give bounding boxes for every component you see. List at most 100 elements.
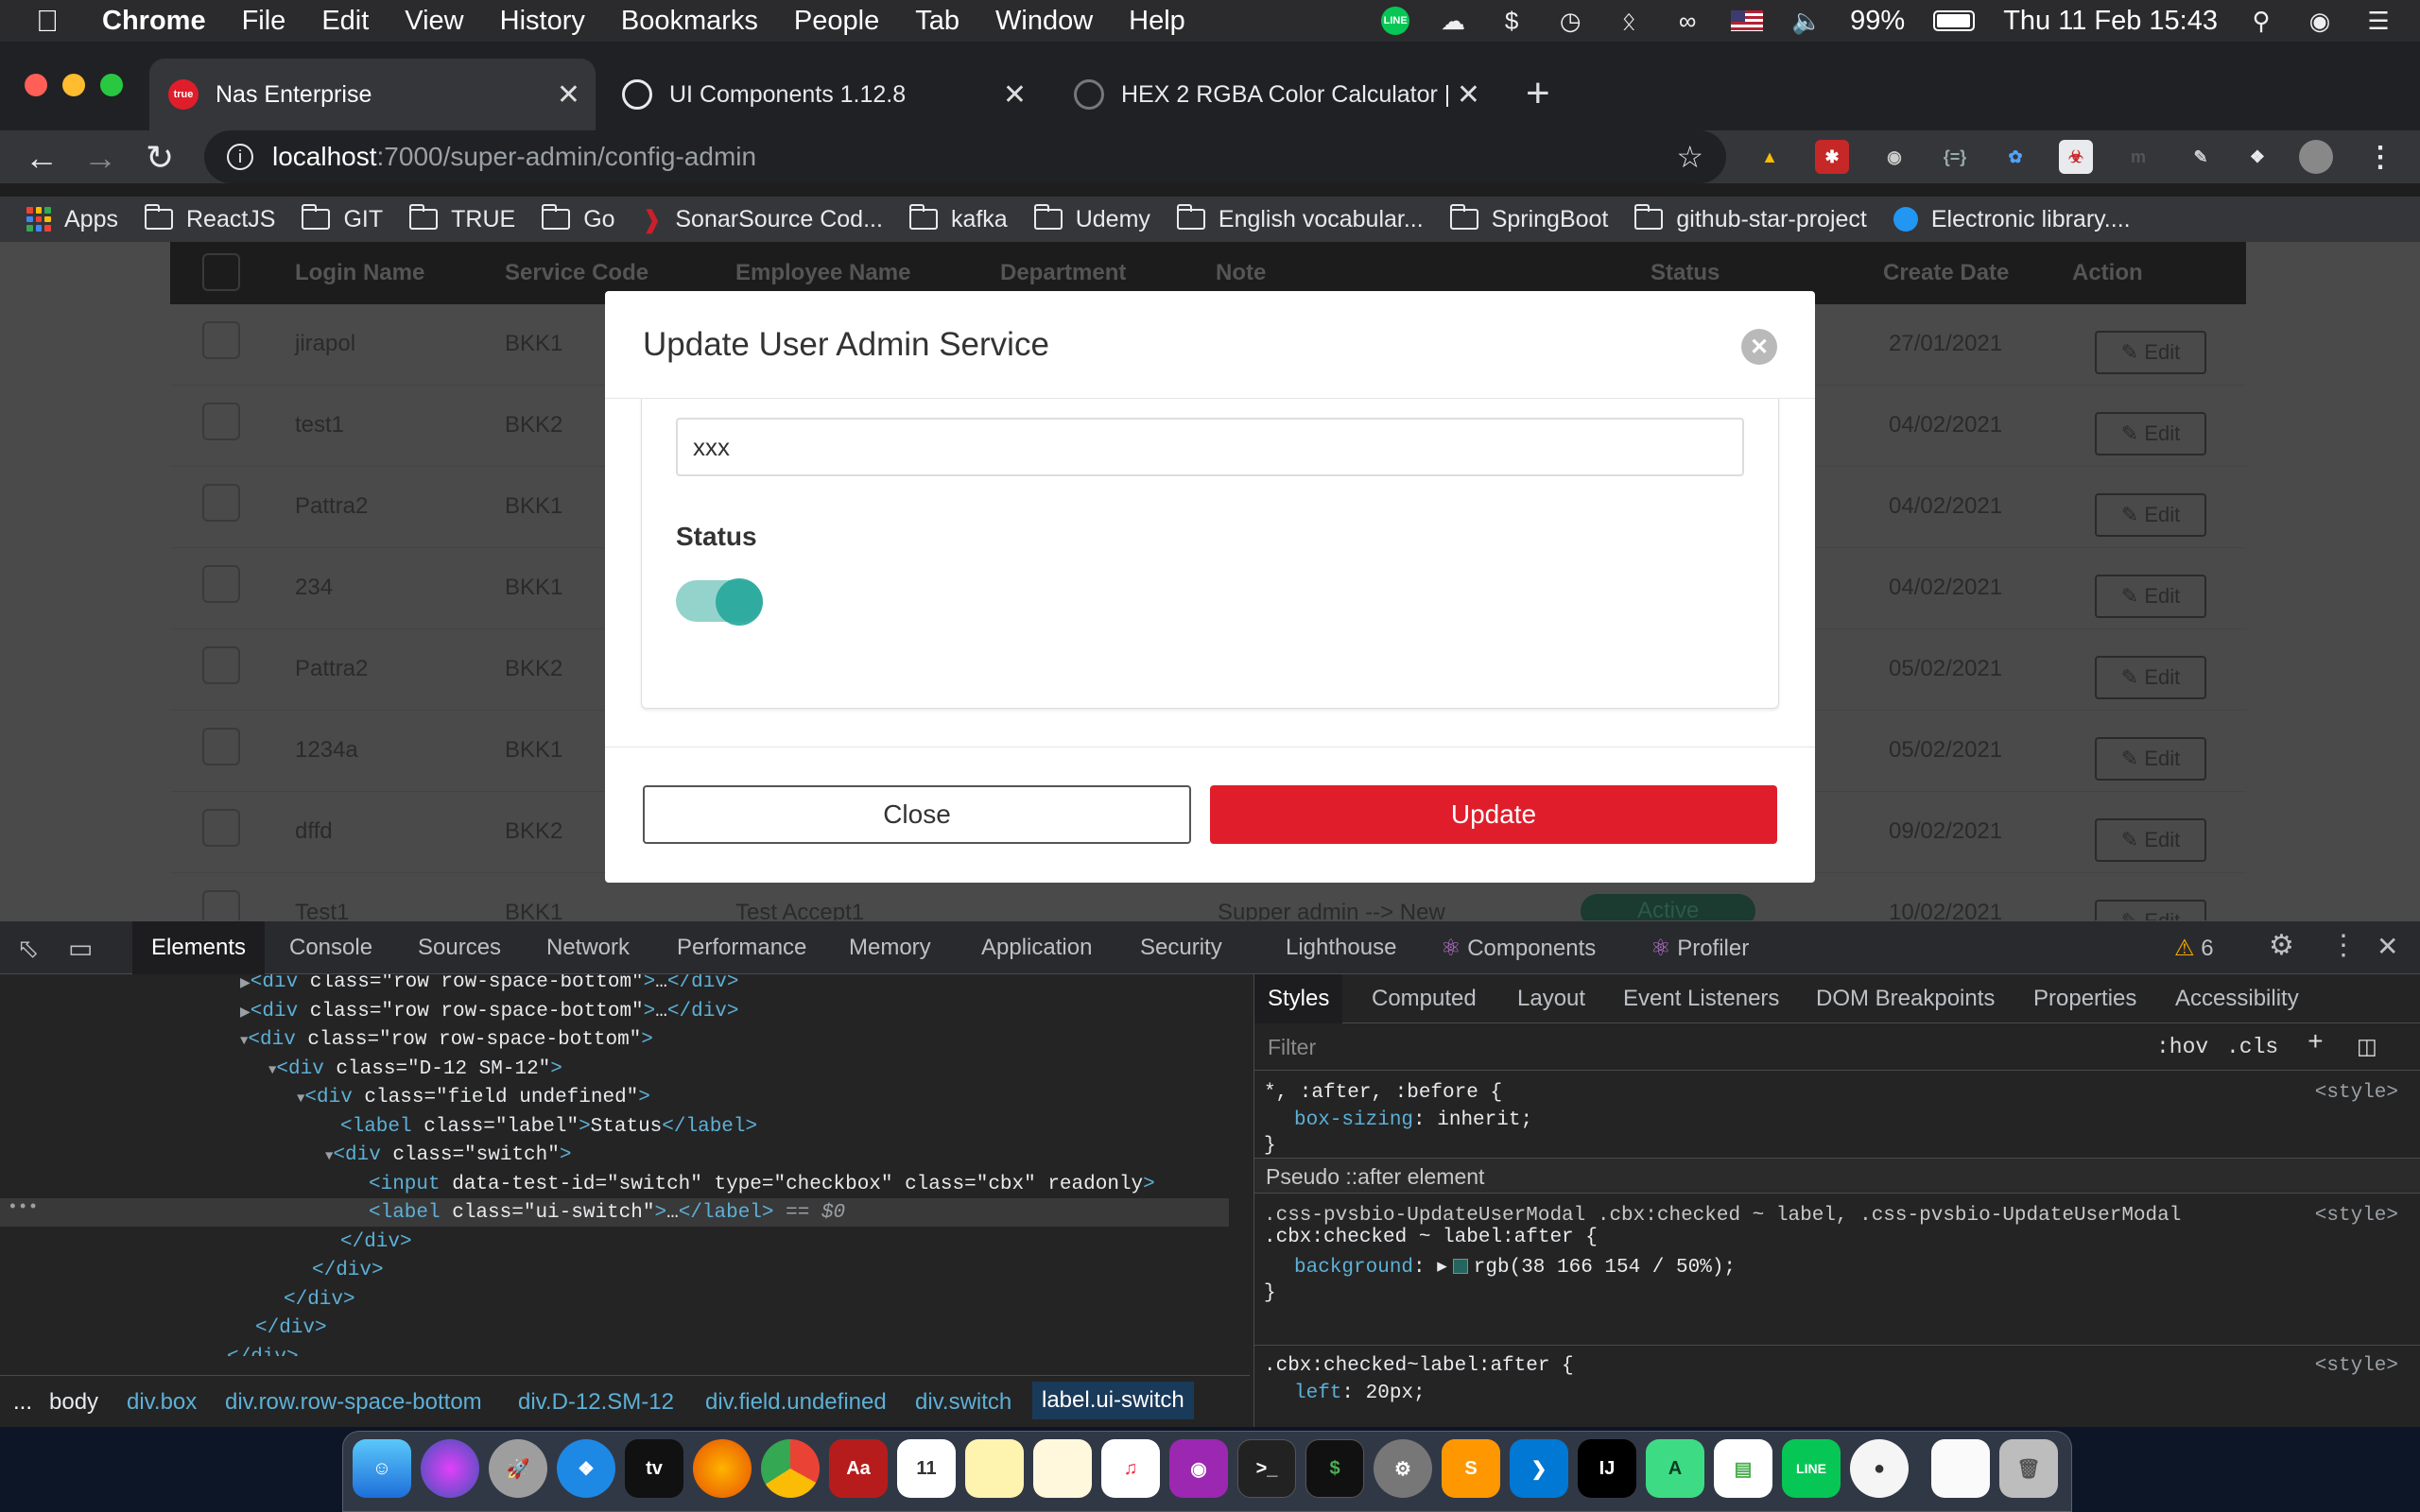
chrome-menu-icon[interactable]: ⋮ bbox=[2363, 140, 2397, 174]
line-app-icon[interactable]: LINE bbox=[1782, 1439, 1841, 1498]
close-button[interactable]: Close bbox=[643, 785, 1191, 844]
menu-tab[interactable]: Tab bbox=[915, 6, 959, 37]
chrome-dock-icon[interactable] bbox=[761, 1439, 820, 1498]
spotlight-search-icon[interactable]: ⚲ bbox=[2246, 7, 2276, 35]
dom-node-line[interactable]: </div> bbox=[312, 1257, 384, 1285]
edit-button[interactable]: ✎ Edit bbox=[2095, 575, 2206, 618]
music-icon[interactable]: ♫ bbox=[1101, 1439, 1160, 1498]
profile-avatar[interactable] bbox=[2299, 140, 2333, 174]
tab-lighthouse[interactable]: Lighthouse bbox=[1286, 935, 1396, 961]
clock[interactable]: Thu 11 Feb 15:43 bbox=[2003, 6, 2218, 37]
dom-node-line[interactable]: <label class="label">Status</label> bbox=[340, 1113, 757, 1142]
new-tab-plus-icon[interactable]: + bbox=[1526, 70, 1550, 117]
tab-layout[interactable]: Layout bbox=[1517, 986, 1585, 1012]
edit-button[interactable]: ✎ Edit bbox=[2095, 737, 2206, 781]
bookmark-git[interactable]: GIT bbox=[302, 204, 383, 233]
edit-button[interactable]: ✎ Edit bbox=[2095, 412, 2206, 455]
time-machine-icon[interactable]: ◷ bbox=[1555, 7, 1585, 35]
new-rule-plus-icon[interactable]: + bbox=[2308, 1029, 2324, 1058]
menu-history[interactable]: History bbox=[500, 6, 585, 37]
close-window-icon[interactable] bbox=[25, 74, 47, 96]
style-source-link[interactable]: <style> bbox=[2315, 1082, 2398, 1104]
safari-icon[interactable]: ❖ bbox=[557, 1439, 615, 1498]
tab-profiler[interactable]: ⚛ Profiler bbox=[1651, 935, 1749, 962]
status-switch[interactable] bbox=[676, 578, 763, 626]
vscode-icon[interactable]: ❯ bbox=[1510, 1439, 1568, 1498]
m-extension-icon[interactable]: m bbox=[2121, 140, 2155, 174]
select-all-checkbox[interactable] bbox=[202, 253, 240, 291]
reload-icon[interactable]: ↻ bbox=[146, 138, 174, 178]
dom-node-line[interactable]: </div> bbox=[284, 1286, 355, 1314]
site-info-icon[interactable]: i bbox=[227, 144, 253, 170]
back-arrow-icon[interactable]: ← bbox=[25, 138, 59, 178]
close-devtools-icon[interactable]: ✕ bbox=[2377, 931, 2398, 962]
notes-icon[interactable] bbox=[1033, 1439, 1092, 1498]
crumb-ellipsis[interactable]: ... bbox=[13, 1389, 32, 1416]
dom-node-line[interactable]: ▼<div class="switch"> bbox=[325, 1142, 571, 1170]
node-ellipsis[interactable]: ••• bbox=[8, 1198, 38, 1217]
dom-node-line[interactable]: </div> bbox=[340, 1228, 412, 1257]
crumb-body[interactable]: body bbox=[49, 1389, 98, 1416]
line-tray-icon[interactable]: LINE bbox=[1381, 7, 1410, 35]
iterm-icon[interactable]: $ bbox=[1305, 1439, 1364, 1498]
tab-network[interactable]: Network bbox=[546, 935, 630, 961]
google-drive-extension-icon[interactable]: ▲ bbox=[1753, 140, 1787, 174]
row-checkbox[interactable] bbox=[202, 484, 240, 522]
airplay-icon[interactable]: ∞ bbox=[1672, 7, 1703, 35]
tab-accessibility[interactable]: Accessibility bbox=[2175, 986, 2299, 1012]
tab-application[interactable]: Application bbox=[981, 935, 1092, 961]
color-picker-extension-icon[interactable]: ✎ bbox=[2184, 140, 2218, 174]
warnings-badge[interactable]: ⚠ 6 bbox=[2174, 935, 2214, 962]
edit-button[interactable]: ✎ Edit bbox=[2095, 493, 2206, 537]
bookmark-true[interactable]: TRUE bbox=[409, 204, 515, 233]
trash-icon[interactable]: 🗑 bbox=[1999, 1439, 2058, 1498]
address-bar[interactable]: i localhost :7000/super-admin/config-adm… bbox=[204, 130, 1726, 183]
dictionary-icon[interactable]: Aa bbox=[829, 1439, 888, 1498]
color-swatch[interactable] bbox=[1452, 1259, 1468, 1275]
tab-elements[interactable]: Elements bbox=[151, 935, 246, 961]
cloud-tray-icon[interactable]: ☁ bbox=[1438, 7, 1468, 35]
bear-app-icon[interactable]: ● bbox=[1850, 1439, 1909, 1498]
bookmark-github-star[interactable]: github-star-project bbox=[1634, 204, 1867, 233]
row-checkbox[interactable] bbox=[202, 809, 240, 847]
menu-bookmarks[interactable]: Bookmarks bbox=[621, 6, 758, 37]
tab-computed[interactable]: Computed bbox=[1372, 986, 1477, 1012]
bookmark-reactjs[interactable]: ReactJS bbox=[144, 204, 275, 233]
row-checkbox[interactable] bbox=[202, 565, 240, 603]
tab-styles[interactable]: Styles bbox=[1254, 974, 1343, 1023]
dom-node-line[interactable]: ▼<div class="D-12 SM-12"> bbox=[268, 1056, 562, 1084]
row-checkbox[interactable] bbox=[202, 321, 240, 359]
document-icon[interactable] bbox=[1931, 1439, 1990, 1498]
bookmark-springboot[interactable]: SpringBoot bbox=[1449, 204, 1608, 233]
tab-properties[interactable]: Properties bbox=[2033, 986, 2136, 1012]
tab-console[interactable]: Console bbox=[289, 935, 372, 961]
menu-help[interactable]: Help bbox=[1129, 6, 1185, 37]
dom-node-line[interactable]: ▼<div class="row row-space-bottom"> bbox=[240, 1026, 653, 1055]
siri-dock-icon[interactable] bbox=[421, 1439, 479, 1498]
bookmark-apps[interactable]: Apps bbox=[26, 206, 118, 233]
json-extension-icon[interactable]: {=} bbox=[1938, 140, 1972, 174]
edit-button[interactable]: ✎ Edit bbox=[2095, 331, 2206, 374]
styles-filter-input[interactable]: Filter :hov .cls + ◫ bbox=[1254, 1023, 2420, 1071]
row-checkbox[interactable] bbox=[202, 890, 240, 920]
menu-window[interactable]: Window bbox=[995, 6, 1093, 37]
notification-center-icon[interactable]: ☰ bbox=[2363, 7, 2394, 35]
dollar-tray-icon[interactable]: $ bbox=[1496, 7, 1527, 35]
bluetooth-icon[interactable]: ᛟ bbox=[1614, 7, 1644, 35]
siri-icon[interactable]: ◉ bbox=[2305, 7, 2335, 35]
close-tab-icon[interactable]: ✕ bbox=[1003, 78, 1027, 112]
calendar-icon[interactable]: 11 bbox=[897, 1439, 956, 1498]
bug-extension-icon[interactable]: ✱ bbox=[1815, 140, 1849, 174]
firefox-icon[interactable] bbox=[693, 1439, 752, 1498]
crumb-div-switch[interactable]: div.switch bbox=[915, 1389, 1011, 1416]
crumb-label-ui-switch[interactable]: label.ui-switch bbox=[1032, 1382, 1194, 1419]
forward-arrow-icon[interactable]: → bbox=[83, 138, 117, 178]
close-tab-icon[interactable]: ✕ bbox=[557, 78, 580, 112]
dom-node-line[interactable]: ▶<div class="row row-space-bottom">…</di… bbox=[240, 998, 739, 1026]
tab-ui-components[interactable]: UI Components 1.12.8 ✕ bbox=[603, 59, 1042, 130]
minimize-window-icon[interactable] bbox=[62, 74, 85, 96]
android-studio-icon[interactable]: A bbox=[1646, 1439, 1704, 1498]
update-button[interactable]: Update bbox=[1210, 785, 1777, 844]
bookmark-english-vocab[interactable]: English vocabular... bbox=[1176, 204, 1424, 233]
row-checkbox[interactable] bbox=[202, 403, 240, 440]
